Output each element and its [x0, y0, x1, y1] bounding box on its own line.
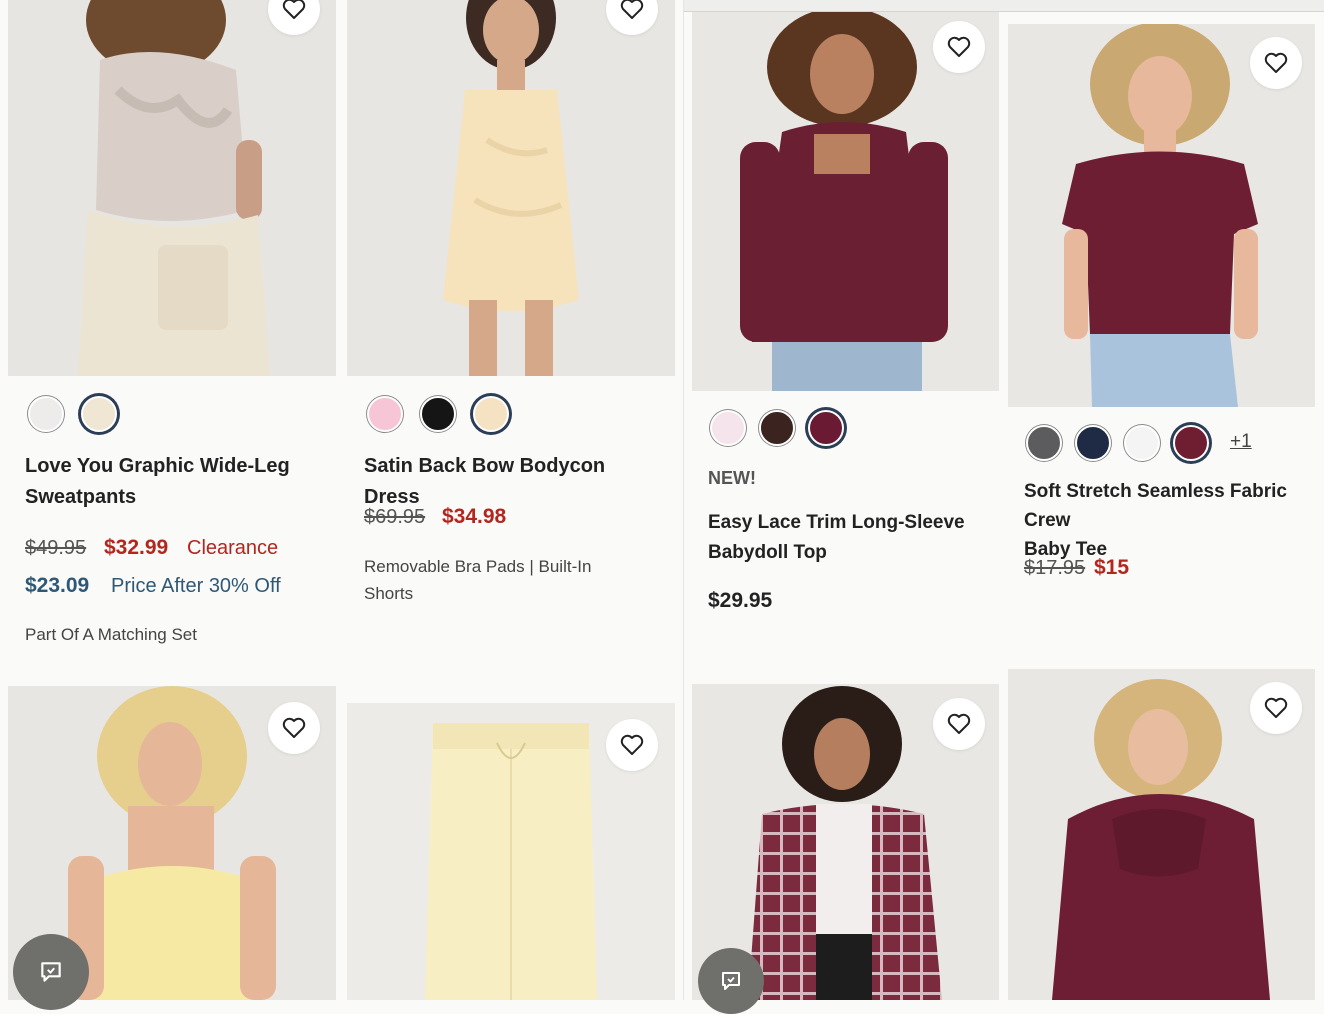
new-badge: NEW! — [708, 468, 756, 488]
more-colors-link[interactable]: +1 — [1230, 431, 1252, 453]
product-title[interactable]: Soft Stretch Seamless Fabric Crew Baby T… — [1024, 477, 1314, 564]
favorite-heart-icon[interactable] — [1250, 37, 1302, 89]
color-swatch-cream[interactable] — [81, 396, 117, 432]
price: $29.95 — [708, 589, 773, 612]
color-swatch-light-pink[interactable] — [710, 410, 746, 446]
color-swatch-wine[interactable] — [1173, 425, 1209, 461]
product-note-line: Removable Bra Pads | Built-In — [364, 557, 592, 576]
product-title[interactable]: Love You Graphic Wide-Leg Sweatpants — [25, 451, 325, 513]
product-title-line: Love You Graphic Wide-Leg — [25, 455, 290, 477]
chat-bubble-icon[interactable] — [13, 934, 89, 1010]
column-divider — [683, 0, 684, 1000]
color-swatch-white[interactable] — [28, 396, 64, 432]
color-swatch-brown[interactable] — [759, 410, 795, 446]
product-title[interactable]: Easy Lace Trim Long-Sleeve Babydoll Top — [708, 508, 998, 568]
color-swatch-navy[interactable] — [1075, 425, 1111, 461]
chat-bubble-icon[interactable] — [698, 948, 764, 1014]
favorite-heart-icon[interactable] — [268, 702, 320, 754]
color-swatch-black[interactable] — [420, 396, 456, 432]
original-price: $69.95 — [364, 506, 426, 528]
sale-price: $34.98 — [442, 505, 507, 528]
product-image-dress[interactable] — [347, 0, 675, 376]
product-title[interactable]: Satin Back Bow Bodycon Dress — [364, 451, 664, 513]
original-price: $17.95 — [1024, 557, 1086, 579]
top-bar-edge — [684, 0, 1324, 12]
color-swatch-pink[interactable] — [367, 396, 403, 432]
sale-price: $15 — [1094, 556, 1130, 579]
favorite-heart-icon[interactable] — [606, 719, 658, 771]
promo-price: $23.09 — [25, 574, 90, 597]
color-swatch-gray[interactable] — [1026, 425, 1062, 461]
product-note: Removable Bra Pads | Built-In Shorts — [364, 553, 591, 607]
favorite-heart-icon[interactable] — [933, 21, 985, 73]
promo-label: Price After 30% Off — [111, 575, 281, 597]
product-image-sweatpants[interactable] — [8, 0, 336, 376]
product-note-line: Shorts — [364, 584, 414, 603]
product-note: Part Of A Matching Set — [25, 625, 197, 644]
product-title-line: Sweatpants — [25, 486, 137, 508]
clearance-label: Clearance — [187, 537, 279, 559]
product-title-line: Babydoll Top — [708, 542, 827, 563]
sale-price: $32.99 — [104, 536, 169, 559]
original-price: $49.95 — [25, 537, 87, 559]
color-swatch-burgundy[interactable] — [808, 410, 844, 446]
product-title-line: Soft Stretch Seamless Fabric Crew — [1024, 481, 1287, 531]
favorite-heart-icon[interactable] — [933, 698, 985, 750]
favorite-heart-icon[interactable] — [1250, 682, 1302, 734]
color-swatch-butter[interactable] — [473, 396, 509, 432]
color-swatch-white[interactable] — [1124, 425, 1160, 461]
product-title-line: Easy Lace Trim Long-Sleeve — [708, 512, 965, 533]
